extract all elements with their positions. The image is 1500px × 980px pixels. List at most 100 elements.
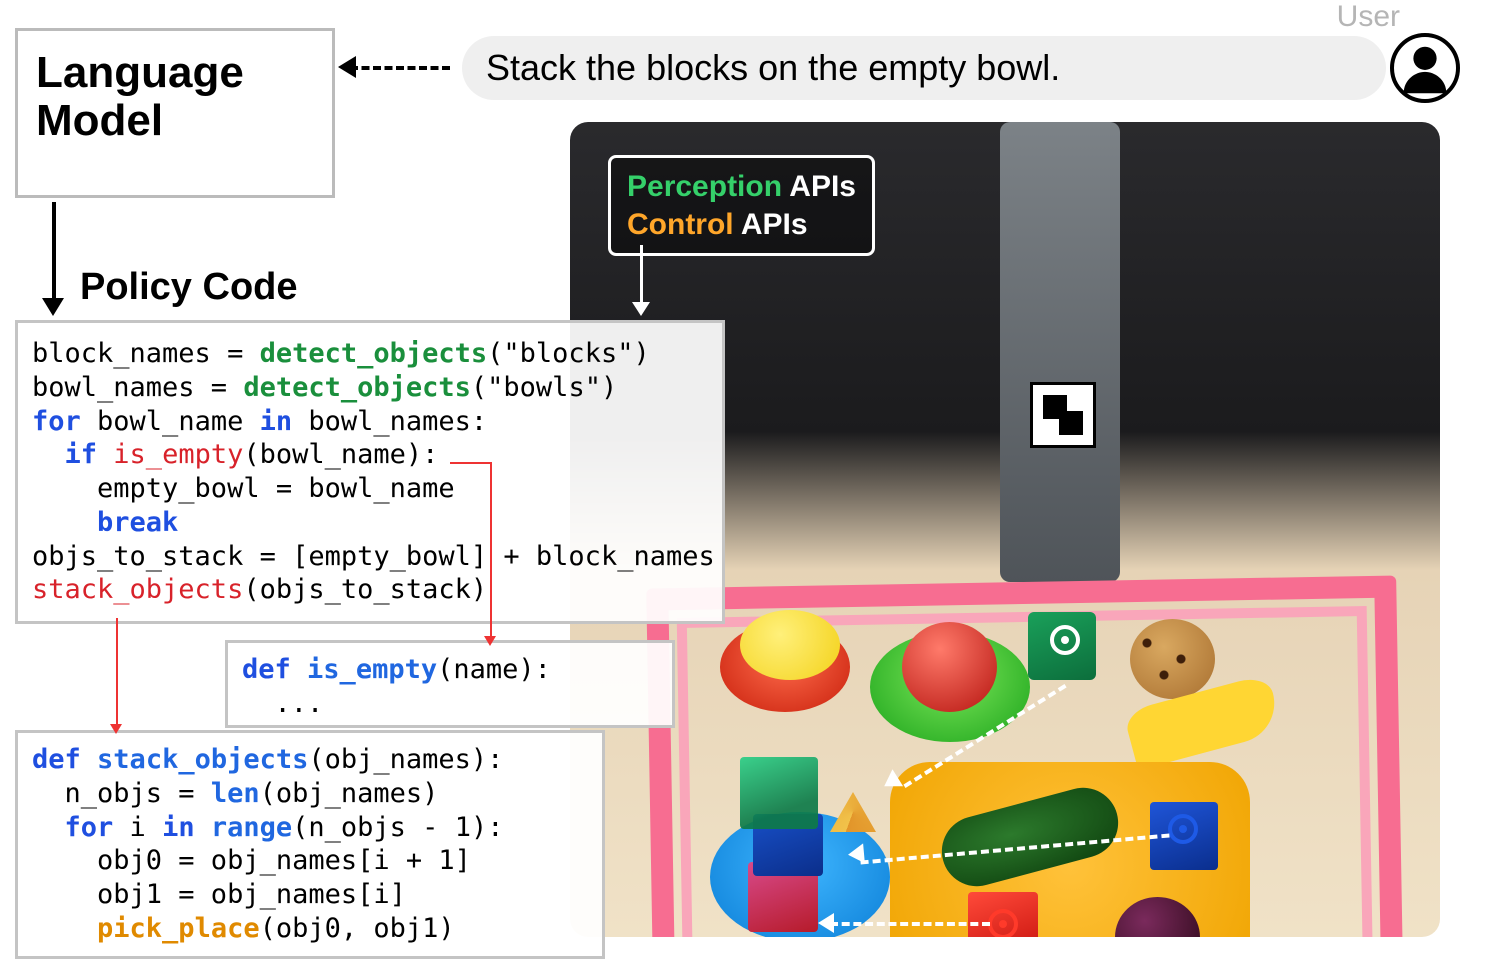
code-token: stack_objects <box>32 574 243 605</box>
code-line: obj1 = obj_names[i] <box>32 878 588 912</box>
code-line: if is_empty(bowl_name): <box>32 438 708 472</box>
code-token: i <box>113 812 162 843</box>
code-token: in <box>162 812 195 843</box>
perception-label: Perception <box>627 170 782 203</box>
apis-word2: APIs <box>741 208 808 241</box>
code-token: bowl_names: <box>292 406 487 437</box>
code-token: def <box>242 654 291 685</box>
user-icon <box>1390 33 1460 103</box>
language-model-title-line1: Language <box>36 49 314 97</box>
move-arrow-blue-head <box>847 843 865 864</box>
code-line: def is_empty(name): <box>242 653 658 687</box>
red-connector-stack-head <box>110 724 122 734</box>
robot-arm <box>1000 122 1120 582</box>
code-token: pick_place <box>97 913 260 944</box>
code-line: def stack_objects(obj_names): <box>32 743 588 777</box>
code-token: ("blocks") <box>487 338 650 369</box>
code-line: pick_place(obj0, obj1) <box>32 912 588 946</box>
policy-code-stack: def stack_objects(obj_names): n_objs = l… <box>15 730 605 959</box>
code-token: obj1 = obj_names[i] <box>32 879 406 910</box>
code-line: objs_to_stack = [empty_bowl] + block_nam… <box>32 540 708 574</box>
code-line: break <box>32 506 708 540</box>
fiducial-marker-icon <box>1030 382 1096 448</box>
red-connector-isempty-head <box>484 636 496 646</box>
lemon <box>740 610 840 680</box>
arrow-user-to-lm-head <box>338 56 356 78</box>
move-arrow-red-head <box>818 913 834 933</box>
policy-code-main: block_names = detect_objects("blocks")bo… <box>15 320 725 624</box>
apis-word1: APIs <box>789 170 856 203</box>
code-token: range <box>211 812 292 843</box>
user-utterance-text: Stack the blocks on the empty bowl. <box>486 47 1060 88</box>
code-line: empty_bowl = bowl_name <box>32 472 708 506</box>
user-label: User <box>1337 0 1400 34</box>
code-token: break <box>97 507 178 538</box>
code-token: for <box>65 812 114 843</box>
code-line: bowl_names = detect_objects("bowls") <box>32 371 708 405</box>
code-token: is_empty <box>307 654 437 685</box>
red-connector-isempty-v <box>490 462 492 638</box>
code-token: len <box>211 778 260 809</box>
red-connector-isempty-h <box>450 462 490 464</box>
code-token: (name): <box>437 654 551 685</box>
code-token: def <box>32 744 81 775</box>
code-token <box>32 439 65 470</box>
target-red-cube <box>988 909 1018 937</box>
code-token <box>32 812 65 843</box>
code-line: block_names = detect_objects("blocks") <box>32 337 708 371</box>
api-legend-perception: Perception APIs <box>627 168 856 206</box>
code-line: stack_objects(objs_to_stack) <box>32 573 708 607</box>
api-legend-box: Perception APIs Control APIs <box>608 155 875 256</box>
code-token: (obj_names) <box>260 778 439 809</box>
control-label: Control <box>627 208 734 241</box>
code-token: block_names = <box>32 338 260 369</box>
arrow-lm-to-policy <box>52 202 56 302</box>
code-token: (n_objs - 1): <box>292 812 503 843</box>
code-token <box>195 812 211 843</box>
legend-arrow <box>640 245 643 305</box>
code-token: obj0 = obj_names[i + 1] <box>32 845 471 876</box>
move-arrow-red <box>830 922 990 926</box>
code-token: for <box>32 406 81 437</box>
code-token: detect_objects <box>243 372 471 403</box>
code-line: for bowl_name in bowl_names: <box>32 405 708 439</box>
code-token <box>32 913 97 944</box>
policy-code-isempty: def is_empty(name): ... <box>225 640 675 728</box>
code-token: detect_objects <box>260 338 488 369</box>
code-token <box>97 439 113 470</box>
code-line: obj0 = obj_names[i + 1] <box>32 844 588 878</box>
code-token: n_objs = <box>32 778 211 809</box>
arrow-lm-to-policy-head <box>42 298 64 316</box>
code-token: stack_objects <box>97 744 308 775</box>
target-blue-cube <box>1168 814 1198 844</box>
user-utterance-bubble: Stack the blocks on the empty bowl. <box>462 36 1386 100</box>
code-token <box>291 654 307 685</box>
legend-arrow-head <box>632 302 650 316</box>
code-token <box>81 744 97 775</box>
code-token: in <box>260 406 293 437</box>
cookie <box>1130 619 1215 699</box>
code-line: for i in range(n_objs - 1): <box>32 811 588 845</box>
code-token <box>32 507 97 538</box>
code-token: objs_to_stack = [empty_bowl] + block_nam… <box>32 541 715 572</box>
code-token: (obj0, obj1) <box>260 913 455 944</box>
code-line: n_objs = len(obj_names) <box>32 777 588 811</box>
arrow-user-to-lm <box>350 66 450 70</box>
policy-code-label: Policy Code <box>80 266 298 309</box>
code-token: ("bowls") <box>471 372 617 403</box>
green-cube-in-bowl <box>740 757 818 829</box>
code-token: (bowl_name): <box>243 439 438 470</box>
code-token: (obj_names): <box>308 744 503 775</box>
code-token: bowl_name <box>81 406 260 437</box>
code-token: empty_bowl = bowl_name <box>32 473 455 504</box>
code-token: (objs_to_stack) <box>243 574 487 605</box>
code-token: bowl_names = <box>32 372 243 403</box>
api-legend-control: Control APIs <box>627 206 856 244</box>
code-token: ... <box>242 688 323 719</box>
language-model-box: Language Model <box>15 28 335 198</box>
code-token: is_empty <box>113 439 243 470</box>
code-line: ... <box>242 687 658 721</box>
apple <box>902 622 997 712</box>
code-token: if <box>65 439 98 470</box>
target-green-cube <box>1050 625 1080 655</box>
